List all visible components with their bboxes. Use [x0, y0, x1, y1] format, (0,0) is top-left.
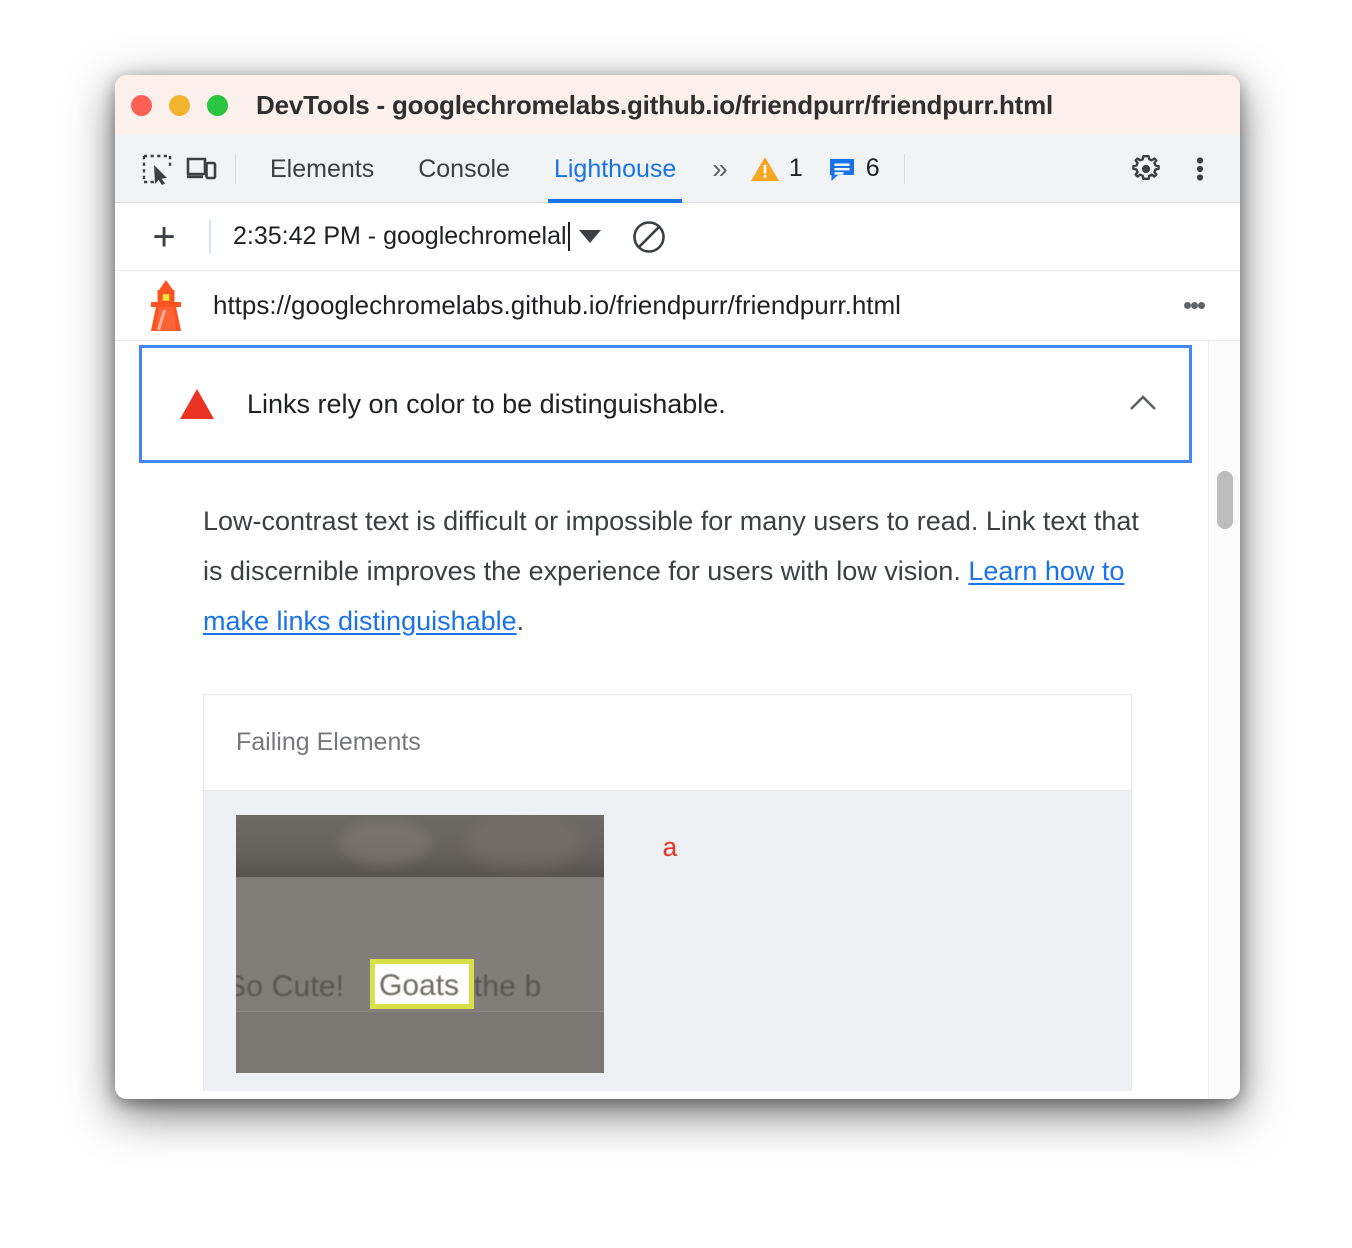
close-window-button[interactable]: [131, 94, 152, 116]
audit-description: Low-contrast text is difficult or imposs…: [203, 496, 1154, 646]
issues-counter[interactable]: 6: [815, 154, 892, 184]
failing-element-selector[interactable]: a: [662, 835, 678, 865]
no-entry-clear-icon: [632, 220, 665, 253]
tab-console[interactable]: Console: [396, 135, 532, 203]
report-options-menu[interactable]: [1172, 284, 1216, 328]
lighthouse-toolbar-divider: [209, 219, 211, 254]
audit-description-period: .: [516, 606, 525, 636]
window-title: DevTools - googlechromelabs.github.io/fr…: [256, 89, 1054, 120]
minimize-window-button[interactable]: [169, 94, 190, 116]
kebab-menu-icon[interactable]: [1178, 147, 1222, 191]
element-screenshot-thumbnail[interactable]: So Cute! are the b Goats: [236, 815, 604, 1073]
window-titlebar: DevTools - googlechromelabs.github.io/fr…: [115, 75, 1240, 135]
double-chevron-right-icon[interactable]: »: [698, 153, 738, 185]
audit-header[interactable]: Links rely on color to be distinguishabl…: [139, 345, 1192, 463]
element-highlight-box: Goats: [370, 959, 474, 1009]
issues-message-icon: [829, 158, 854, 181]
warning-triangle-icon: [750, 156, 779, 181]
audit-title: Links rely on color to be distinguishabl…: [247, 388, 726, 419]
maximize-window-button[interactable]: [207, 94, 228, 116]
devtools-window: DevTools - googlechromelabs.github.io/fr…: [115, 75, 1240, 1099]
toolbar-divider-2: [903, 153, 905, 184]
tab-elements[interactable]: Elements: [248, 135, 396, 203]
lighthouse-toolbar: + 2:35:42 PM - googlechromelal: [115, 203, 1240, 271]
report-url-bar: https://googlechromelabs.github.io/frien…: [115, 271, 1240, 341]
device-toolbar-icon[interactable]: [179, 147, 223, 191]
kebab-dot-1: [1183, 302, 1191, 309]
warning-count: 1: [788, 154, 803, 182]
highlighted-element-text: Goats: [379, 969, 460, 1002]
chevron-up-icon[interactable]: [1123, 384, 1163, 424]
tab-lighthouse[interactable]: Lighthouse: [532, 135, 698, 203]
report-scroll-area: Links rely on color to be distinguishabl…: [115, 341, 1208, 1099]
toolbar-divider: [235, 153, 236, 184]
traffic-lights: [131, 94, 228, 116]
lighthouse-logo-icon: [151, 279, 181, 331]
warning-counter[interactable]: 1: [738, 154, 815, 184]
screenshot-footer-area: [236, 1011, 604, 1073]
report-scrollbar[interactable]: [1208, 341, 1240, 1099]
gear-icon[interactable]: [1124, 147, 1168, 191]
fail-triangle-icon: [180, 389, 214, 419]
inspect-element-icon[interactable]: [135, 147, 179, 191]
screenshot-hero-image: [236, 815, 604, 877]
new-report-button[interactable]: +: [141, 217, 187, 257]
screenshot-root: DevTools - googlechromelabs.github.io/fr…: [0, 0, 1352, 1248]
clear-reports-button[interactable]: [627, 215, 671, 259]
lighthouse-report-body: Links rely on color to be distinguishabl…: [115, 341, 1240, 1099]
issues-count: 6: [865, 154, 880, 182]
kebab-dot-3: [1197, 302, 1205, 309]
kebab-dot-2: [1190, 302, 1198, 309]
failing-elements-table-header: Failing Elements: [204, 695, 1131, 791]
chevron-down-icon: [578, 230, 601, 243]
report-scrollbar-thumb[interactable]: [1217, 471, 1233, 529]
report-selector-value: 2:35:42 PM - googlechromelal: [233, 222, 570, 251]
failing-elements-table-body: So Cute! are the b Goats a: [204, 791, 1131, 1091]
devtools-main-toolbar: Elements Console Lighthouse » 1 6: [115, 135, 1240, 203]
report-selector[interactable]: 2:35:42 PM - googlechromelal: [233, 222, 601, 251]
failing-elements-table: Failing Elements So Cute! are the b Goat…: [203, 694, 1132, 1091]
screenshot-content-area: So Cute! are the b Goats: [236, 878, 604, 1011]
screenshot-text-before: So Cute!: [236, 970, 353, 1003]
failing-elements-column-header: Failing Elements: [236, 728, 421, 756]
report-url: https://googlechromelabs.github.io/frien…: [213, 290, 901, 320]
